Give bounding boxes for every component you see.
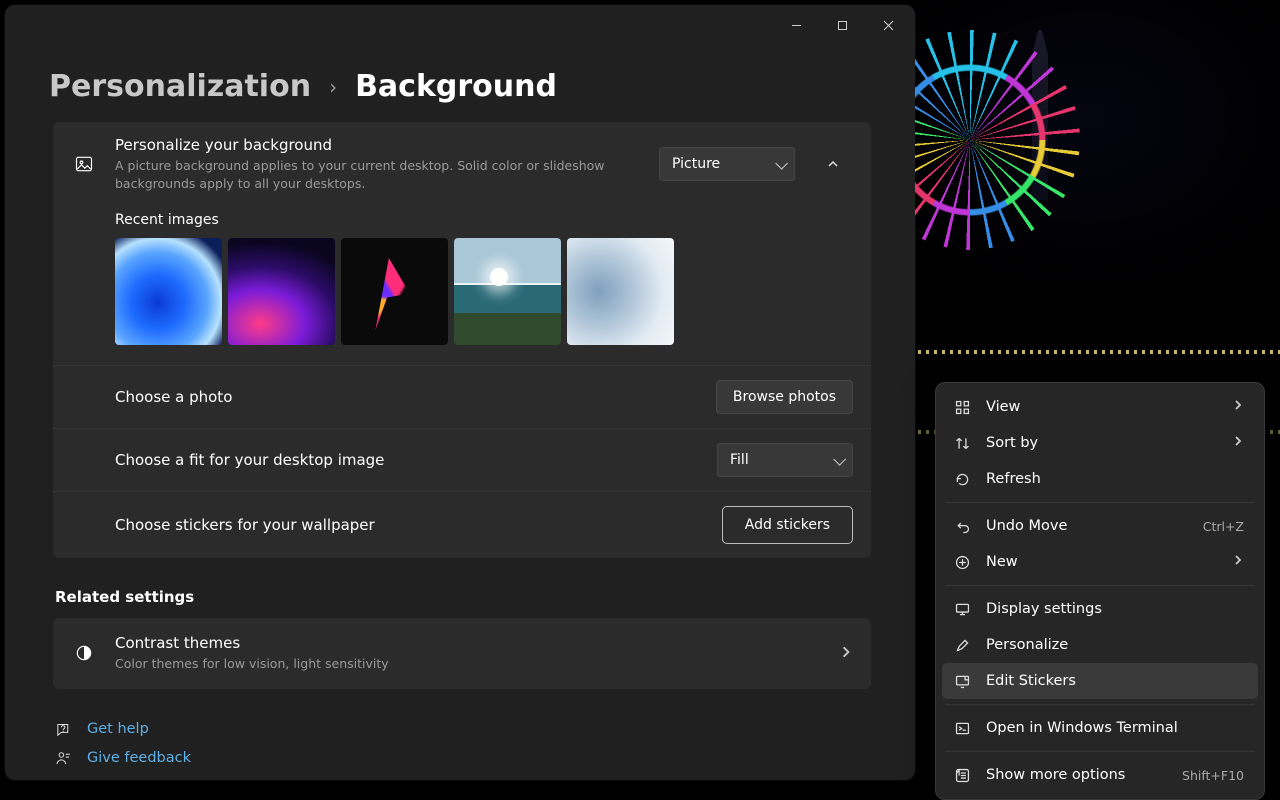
more-options-icon <box>952 767 972 784</box>
ctx-refresh-label: Refresh <box>986 471 1244 487</box>
ctx-display-settings[interactable]: Display settings <box>942 591 1258 627</box>
stickers-icon <box>952 673 972 690</box>
ctx-edit-stickers-label: Edit Stickers <box>986 673 1244 689</box>
get-help-link[interactable]: Get help <box>53 715 871 744</box>
ctx-sort[interactable]: Sort by <box>942 425 1258 461</box>
collapse-button[interactable] <box>813 147 853 181</box>
recent-images-label: Recent images <box>115 212 853 228</box>
titlebar <box>5 5 915 45</box>
background-type-value: Picture <box>672 156 720 172</box>
separator <box>946 751 1254 752</box>
give-feedback-link[interactable]: Give feedback <box>53 744 871 773</box>
breadcrumb: Personalization › Background <box>5 45 915 122</box>
ctx-undo-accel: Ctrl+Z <box>1203 519 1244 534</box>
maximize-button[interactable] <box>819 9 865 41</box>
recent-images <box>115 238 853 345</box>
personalize-title: Personalize your background <box>115 136 641 154</box>
ctx-new-label: New <box>986 554 1218 570</box>
choose-stickers-label: Choose stickers for your wallpaper <box>115 516 704 534</box>
ctx-more-accel: Shift+F10 <box>1182 768 1244 783</box>
chevron-right-icon <box>1232 399 1244 415</box>
sort-icon <box>952 435 972 452</box>
settings-window: Personalization › Background Personalize… <box>5 5 915 780</box>
ctx-undo-label: Undo Move <box>986 518 1189 534</box>
fit-select[interactable]: Fill <box>717 443 853 477</box>
related-settings-card: Contrast themes Color themes for low vis… <box>53 618 871 689</box>
ctx-view[interactable]: View <box>942 389 1258 425</box>
ctx-terminal[interactable]: Open in Windows Terminal <box>942 710 1258 746</box>
background-type-select[interactable]: Picture <box>659 147 795 181</box>
recent-image-thumb[interactable] <box>228 238 335 345</box>
ctx-new[interactable]: New <box>942 544 1258 580</box>
separator <box>946 704 1254 705</box>
breadcrumb-parent[interactable]: Personalization <box>49 69 311 104</box>
picture-icon <box>71 154 97 174</box>
personalize-subtitle: A picture background applies to your cur… <box>115 157 641 192</box>
display-icon <box>952 601 972 618</box>
browse-photos-button[interactable]: Browse photos <box>716 380 853 414</box>
contrast-title: Contrast themes <box>115 634 821 652</box>
choose-photo-label: Choose a photo <box>115 388 698 406</box>
undo-icon <box>952 518 972 535</box>
help-icon <box>53 721 73 738</box>
ctx-display-label: Display settings <box>986 601 1244 617</box>
chevron-right-icon <box>1232 554 1244 570</box>
ctx-more-options[interactable]: Show more options Shift+F10 <box>942 757 1258 793</box>
new-icon <box>952 554 972 571</box>
background-panel: Personalize your background A picture ba… <box>53 122 871 558</box>
ctx-undo[interactable]: Undo Move Ctrl+Z <box>942 508 1258 544</box>
separator <box>946 585 1254 586</box>
ctx-personalize[interactable]: Personalize <box>942 627 1258 663</box>
related-settings-heading: Related settings <box>55 588 871 606</box>
give-feedback-label: Give feedback <box>87 750 191 766</box>
breadcrumb-current: Background <box>355 69 557 104</box>
recent-image-thumb[interactable] <box>115 238 222 345</box>
chevron-right-icon: › <box>329 75 337 99</box>
personalize-icon <box>952 637 972 654</box>
terminal-icon <box>952 720 972 737</box>
feedback-icon <box>53 750 73 767</box>
choose-fit-label: Choose a fit for your desktop image <box>115 451 699 469</box>
ctx-more-label: Show more options <box>986 767 1168 783</box>
minimize-button[interactable] <box>773 9 819 41</box>
fit-select-value: Fill <box>730 452 749 468</box>
desktop-context-menu: View Sort by Refresh Undo Move Ctrl+Z Ne… <box>935 382 1265 800</box>
ctx-refresh[interactable]: Refresh <box>942 461 1258 497</box>
get-help-label: Get help <box>87 721 149 737</box>
chevron-right-icon <box>1232 435 1244 451</box>
contrast-icon <box>71 643 97 663</box>
contrast-themes-item[interactable]: Contrast themes Color themes for low vis… <box>53 618 871 689</box>
close-button[interactable] <box>865 9 911 41</box>
ctx-edit-stickers[interactable]: Edit Stickers <box>942 663 1258 699</box>
recent-image-thumb[interactable] <box>454 238 561 345</box>
refresh-icon <box>952 471 972 488</box>
contrast-subtitle: Color themes for low vision, light sensi… <box>115 655 675 673</box>
add-stickers-button[interactable]: Add stickers <box>722 506 853 544</box>
chevron-right-icon <box>839 644 853 663</box>
separator <box>946 502 1254 503</box>
recent-image-thumb[interactable] <box>567 238 674 345</box>
view-icon <box>952 399 972 416</box>
ctx-terminal-label: Open in Windows Terminal <box>986 720 1244 736</box>
ctx-view-label: View <box>986 399 1218 415</box>
recent-image-thumb[interactable] <box>341 238 448 345</box>
ctx-personalize-label: Personalize <box>986 637 1244 653</box>
decor-lights <box>910 350 1280 354</box>
ctx-sort-label: Sort by <box>986 435 1218 451</box>
